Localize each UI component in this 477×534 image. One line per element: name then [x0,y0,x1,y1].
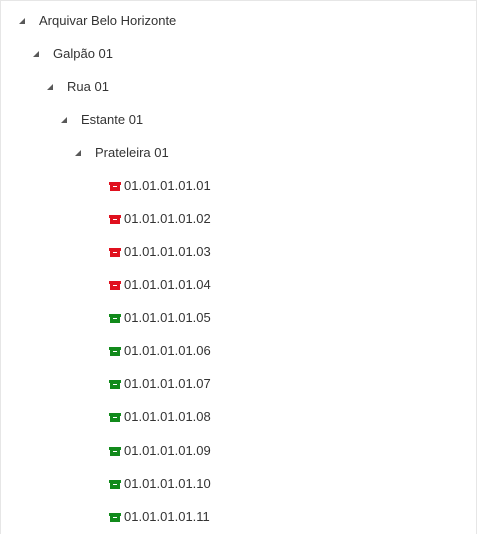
slot-label: 01.01.01.01.05 [124,310,211,325]
tree-leaf-slot[interactable]: 01.01.01.01.03 [109,242,211,262]
box-icon [109,379,121,389]
tree-leaf-slot[interactable]: 01.01.01.01.08 [109,407,211,427]
slot-label: 01.01.01.01.04 [124,277,211,292]
box-icon [109,479,121,489]
tree-leaf-slot[interactable]: 01.01.01.01.09 [109,441,211,461]
tree-leaf-slot[interactable]: 01.01.01.01.07 [109,374,211,394]
tree-leaf-slot[interactable]: 01.01.01.01.04 [109,275,211,295]
slot-label: 01.01.01.01.06 [124,343,211,358]
slot-label: 01.01.01.01.01 [124,178,211,193]
slot-label: 01.01.01.01.07 [124,376,211,391]
expand-arrow-icon[interactable] [19,18,25,24]
tree-node-root[interactable]: Arquivar Belo Horizonte [19,11,176,31]
box-icon [109,512,121,522]
tree-leaf-slot[interactable]: 01.01.01.01.11 [109,507,210,527]
expand-arrow-icon[interactable] [61,117,67,123]
tree-node-warehouse[interactable]: Galpão 01 [33,44,113,64]
tree-leaf-slot[interactable]: 01.01.01.01.10 [109,474,211,494]
box-icon [109,313,121,323]
tree-node-shelf[interactable]: Prateleira 01 [75,143,169,163]
slot-label: 01.01.01.01.09 [124,443,211,458]
tree-leaf-slot[interactable]: 01.01.01.01.01 [109,176,211,196]
box-icon [109,247,121,257]
slot-label: 01.01.01.01.08 [124,409,211,424]
expand-arrow-icon[interactable] [33,51,39,57]
tree-node-label: Estante 01 [81,112,144,127]
slot-label: 01.01.01.01.03 [124,244,211,259]
tree-leaf-slot[interactable]: 01.01.01.01.02 [109,209,211,229]
tree-node-label: Galpão 01 [53,46,113,61]
tree-leaf-slot[interactable]: 01.01.01.01.05 [109,308,211,328]
expand-arrow-icon[interactable] [47,84,53,90]
tree-node-label: Arquivar Belo Horizonte [39,13,177,28]
box-icon [109,181,121,191]
box-icon [109,412,121,422]
slot-label: 01.01.01.01.02 [124,211,211,226]
slot-label: 01.01.01.01.10 [124,476,211,491]
box-icon [109,280,121,290]
slot-label: 01.01.01.01.11 [124,509,210,524]
box-icon [109,214,121,224]
archive-tree-view: Arquivar Belo Horizonte Galpão 01 Rua 01… [0,0,477,534]
box-icon [109,346,121,356]
expand-arrow-icon[interactable] [75,150,81,156]
tree-node-shelf-unit[interactable]: Estante 01 [61,110,143,130]
tree-leaf-slot[interactable]: 01.01.01.01.06 [109,341,211,361]
tree-node-label: Prateleira 01 [95,145,169,160]
tree-node-label: Rua 01 [67,79,109,94]
box-icon [109,446,121,456]
tree-node-street[interactable]: Rua 01 [47,77,109,97]
